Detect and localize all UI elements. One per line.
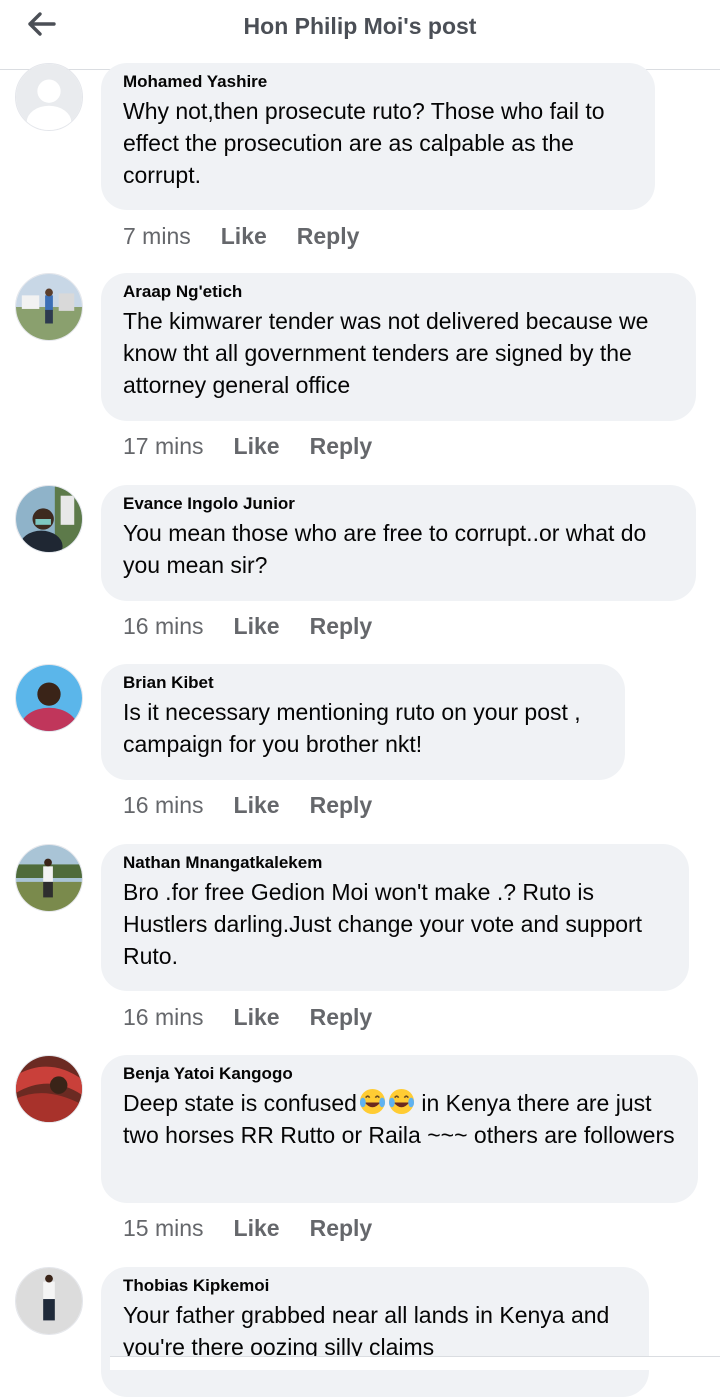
like-button[interactable]: Like: [234, 1004, 280, 1030]
comment-bubble: Mohamed Yashire Why not,then prosecute r…: [101, 63, 655, 210]
like-button[interactable]: Like: [234, 613, 280, 639]
comment-time[interactable]: 16 mins: [123, 1004, 204, 1030]
comment-meta: 17 mins Like Reply: [123, 433, 402, 460]
reply-button[interactable]: Reply: [310, 433, 373, 459]
comment-time[interactable]: 7 mins: [123, 223, 191, 249]
header-bar: Hon Philip Moi's post: [0, 0, 720, 70]
page-title: Hon Philip Moi's post: [243, 13, 477, 39]
like-button[interactable]: Like: [221, 223, 267, 249]
comment-time[interactable]: 15 mins: [123, 1215, 204, 1241]
comment-bubble: Nathan Mnangatkalekem Bro .for free Gedi…: [101, 844, 689, 991]
reply-button[interactable]: Reply: [297, 223, 360, 249]
like-button[interactable]: Like: [234, 792, 280, 818]
comment-text: Bro .for free Gedion Moi won't make .? R…: [123, 879, 643, 969]
comment-author[interactable]: Nathan Mnangatkalekem: [123, 853, 667, 873]
comment-bubble: Araap Ng'etich The kimwarer tender was n…: [101, 273, 696, 421]
comment-author[interactable]: Mohamed Yashire: [123, 72, 633, 92]
tears-of-joy-emoji: [359, 1088, 386, 1115]
comment-time[interactable]: 16 mins: [123, 613, 204, 639]
avatar[interactable]: [15, 1055, 83, 1123]
avatar[interactable]: [15, 1267, 83, 1335]
comment-author[interactable]: Thobias Kipkemoi: [123, 1276, 627, 1296]
comment-time[interactable]: 16 mins: [123, 792, 204, 818]
comment-meta: 7 mins Like Reply: [123, 223, 389, 250]
comment-author[interactable]: Benja Yatoi Kangogo: [123, 1064, 676, 1084]
comment-author[interactable]: Brian Kibet: [123, 673, 603, 693]
comment-text: Why not,then prosecute ruto? Those who f…: [123, 98, 605, 188]
comment-meta: 16 mins Like Reply: [123, 613, 402, 640]
avatar[interactable]: [15, 485, 83, 553]
comment-text: You mean those who are free to corrupt..…: [123, 520, 647, 578]
comment-bubble: Benja Yatoi Kangogo Deep state is confus…: [101, 1055, 698, 1203]
reply-button[interactable]: Reply: [310, 613, 373, 639]
avatar[interactable]: [15, 63, 83, 131]
avatar[interactable]: [15, 273, 83, 341]
like-button[interactable]: Like: [234, 1215, 280, 1241]
comment-bubble: Brian Kibet Is it necessary mentioning r…: [101, 664, 625, 780]
comment-author[interactable]: Evance Ingolo Junior: [123, 494, 674, 514]
comment-time[interactable]: 17 mins: [123, 433, 204, 459]
reply-button[interactable]: Reply: [310, 1215, 373, 1241]
comment-composer-edge: [110, 1356, 720, 1370]
comment-bubble: Thobias Kipkemoi Your father grabbed nea…: [101, 1267, 649, 1397]
like-button[interactable]: Like: [234, 433, 280, 459]
comment-author[interactable]: Araap Ng'etich: [123, 282, 674, 302]
comment-text: Deep state is confused in Kenya there ar…: [123, 1087, 676, 1151]
reply-button[interactable]: Reply: [310, 792, 373, 818]
comment-meta: 16 mins Like Reply: [123, 1004, 402, 1031]
comment-meta: 15 mins Like Reply: [123, 1215, 402, 1242]
tears-of-joy-emoji: [388, 1088, 415, 1115]
avatar[interactable]: [15, 664, 83, 732]
comment-text: The kimwarer tender was not delivered be…: [123, 308, 649, 398]
comment-meta: 16 mins Like Reply: [123, 792, 402, 819]
reply-button[interactable]: Reply: [310, 1004, 373, 1030]
comment-text: Your father grabbed near all lands in Ke…: [123, 1302, 610, 1360]
comment-bubble: Evance Ingolo Junior You mean those who …: [101, 485, 696, 601]
comment-text-part: Deep state is confused: [123, 1090, 357, 1116]
comment-text: Is it necessary mentioning ruto on your …: [123, 699, 581, 757]
avatar[interactable]: [15, 844, 83, 912]
